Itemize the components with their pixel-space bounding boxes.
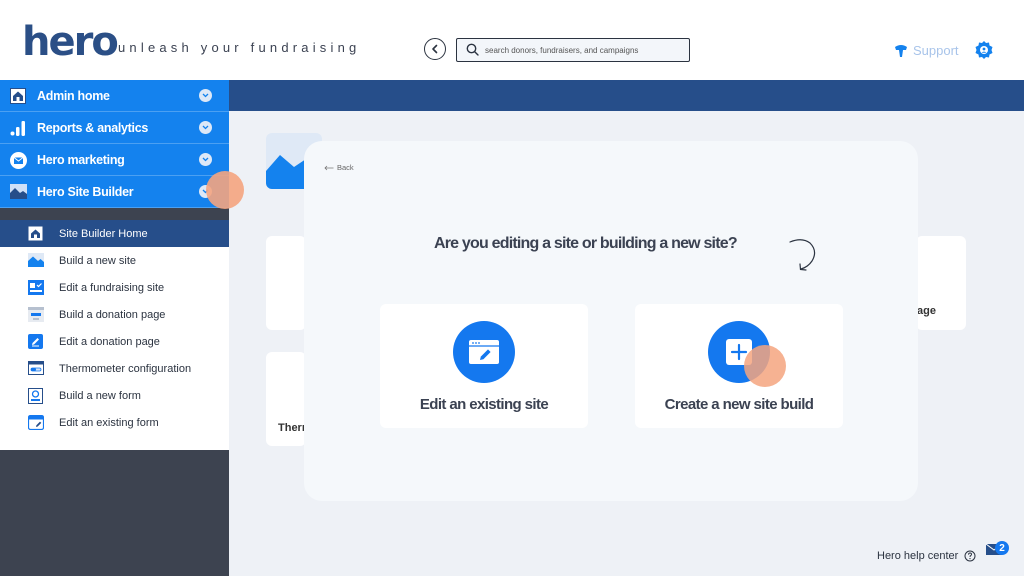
submenu-item-label: Build a new form — [59, 390, 141, 402]
sidebar: Admin home Reports & analytics Hero mark… — [0, 80, 229, 576]
page-banner — [228, 80, 1024, 111]
mail-icon — [10, 152, 27, 169]
click-highlight — [744, 345, 786, 387]
main-nav: Admin home Reports & analytics Hero mark… — [0, 80, 229, 208]
chevron-down-icon[interactable] — [199, 121, 212, 134]
submenu-item-label: Build a new site — [59, 255, 137, 267]
settings-button[interactable] — [974, 40, 994, 65]
background-card — [266, 236, 306, 330]
site-builder-submenu: Site Builder Home Build a new site Edit … — [0, 220, 229, 450]
home-icon — [10, 88, 26, 104]
submenu-item-label: Edit a fundraising site — [59, 282, 165, 294]
submenu-item-label: Site Builder Home — [59, 228, 148, 240]
search-icon — [466, 43, 479, 56]
submenu-item-site-builder-home[interactable]: Site Builder Home — [0, 220, 229, 247]
nav-item-hero-marketing[interactable]: Hero marketing — [0, 144, 229, 176]
submenu-item-label: Build a donation page — [59, 309, 166, 321]
message-count-badge: 2 — [995, 541, 1009, 555]
search-box[interactable] — [456, 38, 690, 62]
nav-item-admin-home[interactable]: Admin home — [0, 80, 229, 112]
question-circle-icon — [964, 550, 976, 562]
modal-back-link[interactable]: Back — [324, 163, 354, 172]
nav-item-reports-analytics[interactable]: Reports & analytics — [0, 112, 229, 144]
site-choice-modal: Back Are you editing a site or building … — [304, 141, 918, 501]
gear-icon — [975, 41, 993, 59]
submenu-item-edit-fundraising-site[interactable]: Edit a fundraising site — [0, 274, 229, 301]
option-label: Create a new site build — [664, 396, 814, 413]
option-label: Edit an existing site — [419, 396, 549, 413]
search-input[interactable] — [485, 41, 685, 59]
sidebar-empty-area — [0, 450, 229, 576]
bar-chart-icon — [10, 121, 25, 136]
submenu-item-thermometer-configuration[interactable]: Thermometer configuration — [0, 355, 229, 382]
thermometer-icon — [28, 361, 44, 375]
chevron-left-icon — [432, 44, 438, 54]
submenu-item-build-donation-page[interactable]: Build a donation page — [0, 301, 229, 328]
pencil-icon — [28, 334, 43, 349]
top-header: hero unleash your fundraising Support — [0, 0, 1024, 80]
background-card-label: age — [917, 305, 936, 317]
help-center-label: Hero help center — [877, 550, 959, 562]
nav-item-label: Reports & analytics — [37, 121, 149, 135]
nav-item-label: Hero Site Builder — [37, 185, 134, 199]
tagline: unleash your fundraising — [118, 40, 361, 55]
form-icon — [28, 388, 43, 404]
submenu-item-label: Edit a donation page — [59, 336, 160, 348]
submenu-item-edit-donation-page[interactable]: Edit a donation page — [0, 328, 229, 355]
submenu-item-label: Edit an existing form — [59, 417, 159, 429]
back-label: Back — [337, 163, 354, 172]
page-icon — [28, 307, 44, 322]
nav-item-hero-site-builder[interactable]: Hero Site Builder — [0, 176, 229, 208]
nav-item-label: Hero marketing — [37, 153, 125, 167]
background-card-label: Therr — [278, 422, 307, 434]
home-icon — [28, 226, 43, 241]
form-edit-icon — [28, 415, 44, 430]
curved-arrow-icon — [789, 239, 816, 271]
arrow-left-icon — [324, 165, 334, 170]
submenu-item-edit-existing-form[interactable]: Edit an existing form — [0, 409, 229, 436]
support-link[interactable]: Support — [893, 43, 959, 58]
modal-question: Are you editing a site or building a new… — [434, 235, 738, 252]
edit-existing-site-option[interactable]: Edit an existing site — [380, 304, 588, 428]
image-icon — [28, 253, 44, 267]
site-edit-icon — [28, 280, 44, 295]
image-icon — [10, 184, 27, 199]
help-center-link[interactable]: Hero help center — [877, 550, 976, 562]
click-highlight — [206, 171, 244, 209]
create-new-site-option[interactable]: Create a new site build — [635, 304, 843, 428]
chevron-down-icon[interactable] — [199, 89, 212, 102]
support-label: Support — [913, 43, 959, 58]
chevron-down-icon[interactable] — [199, 153, 212, 166]
browser-edit-icon — [469, 340, 499, 364]
edit-site-icon-circle — [453, 321, 515, 383]
submenu-item-build-new-form[interactable]: Build a new form — [0, 382, 229, 409]
support-icon — [895, 44, 907, 57]
nav-item-label: Admin home — [37, 89, 110, 103]
back-button[interactable] — [424, 38, 446, 60]
hero-logo[interactable]: hero — [22, 22, 119, 62]
submenu-item-label: Thermometer configuration — [59, 363, 192, 375]
submenu-item-build-new-site[interactable]: Build a new site — [0, 247, 229, 274]
